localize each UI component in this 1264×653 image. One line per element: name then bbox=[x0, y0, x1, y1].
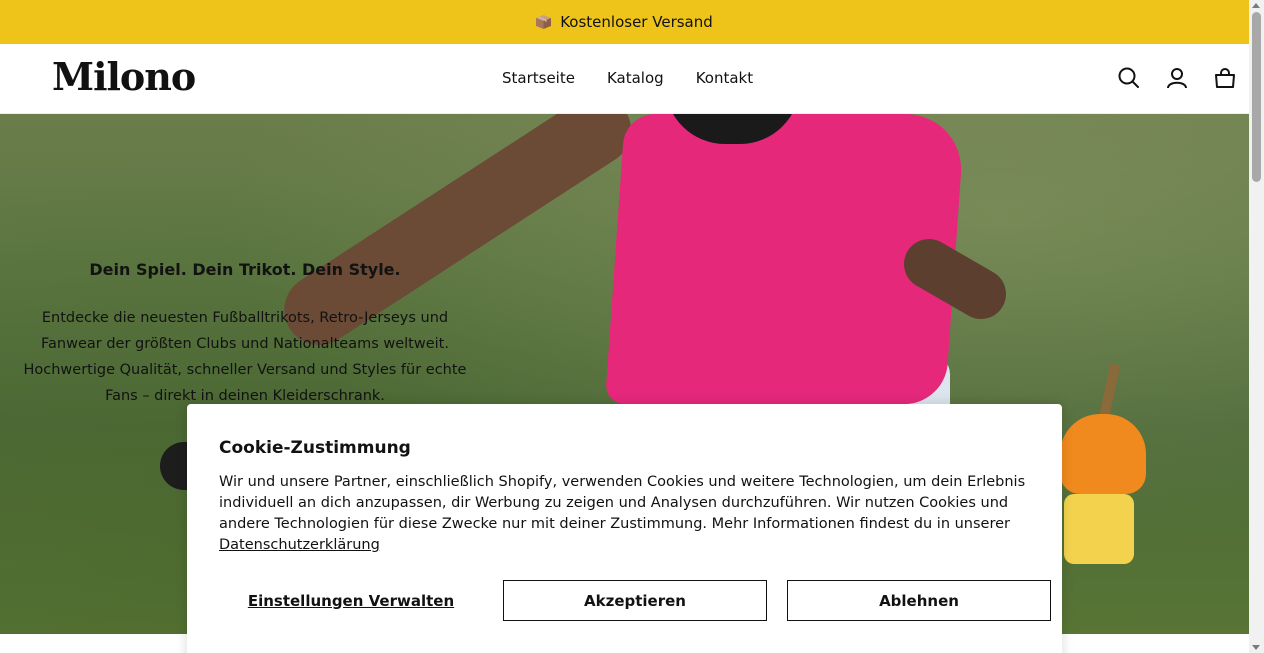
announcement-text: Kostenloser Versand bbox=[560, 13, 713, 31]
page-scrollbar[interactable] bbox=[1249, 0, 1264, 653]
hero-description: Entdecke die neuesten Fußballtrikots, Re… bbox=[23, 310, 467, 404]
site-logo[interactable]: Milono bbox=[52, 54, 196, 99]
cone-top bbox=[1060, 414, 1146, 494]
decline-button[interactable]: Ablehnen bbox=[787, 580, 1051, 621]
main-nav: Startseite Katalog Kontakt bbox=[502, 69, 753, 87]
package-icon bbox=[536, 15, 552, 29]
cookie-consent-dialog: Cookie-Zustimmung Wir und unsere Partner… bbox=[187, 404, 1062, 653]
search-icon[interactable] bbox=[1117, 66, 1141, 90]
manage-settings-button[interactable]: Einstellungen Verwalten bbox=[219, 580, 483, 621]
accept-button[interactable]: Akzeptieren bbox=[503, 580, 767, 621]
cookie-body: Wir und unsere Partner, einschließlich S… bbox=[219, 474, 1026, 532]
privacy-policy-link[interactable]: Datenschutzerklärung bbox=[219, 537, 380, 553]
cookie-title: Cookie-Zustimmung bbox=[219, 438, 411, 458]
account-icon[interactable] bbox=[1165, 66, 1189, 90]
hero-text-block: Dein Spiel. Dein Trikot. Dein Style. Ent… bbox=[0, 260, 490, 409]
scroll-down-arrow-icon[interactable] bbox=[1252, 645, 1260, 650]
nav-link-kontakt[interactable]: Kontakt bbox=[696, 69, 753, 87]
scroll-up-arrow-icon[interactable] bbox=[1252, 3, 1260, 8]
header-icons bbox=[1117, 66, 1237, 90]
cookie-text: Wir und unsere Partner, einschließlich S… bbox=[219, 472, 1030, 556]
nav-link-katalog[interactable]: Katalog bbox=[607, 69, 664, 87]
site-header: Milono Startseite Katalog Kontakt bbox=[0, 44, 1249, 114]
cookie-actions: Einstellungen Verwalten Akzeptieren Able… bbox=[219, 580, 1051, 621]
nav-link-startseite[interactable]: Startseite bbox=[502, 69, 575, 87]
hero-image-cone bbox=[1060, 363, 1150, 574]
cart-icon[interactable] bbox=[1213, 66, 1237, 90]
scrollbar-thumb[interactable] bbox=[1252, 12, 1261, 182]
announcement-bar: Kostenloser Versand bbox=[0, 0, 1249, 44]
cone-base bbox=[1064, 494, 1134, 564]
hero-title: Dein Spiel. Dein Trikot. Dein Style. bbox=[89, 260, 401, 279]
